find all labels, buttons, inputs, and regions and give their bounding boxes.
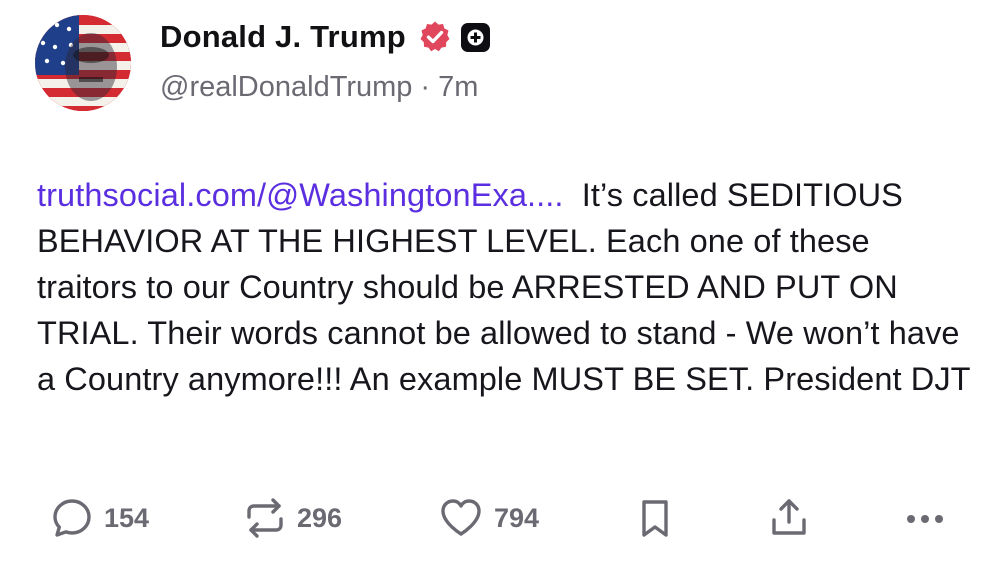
share-button[interactable] [767, 492, 811, 544]
post-timestamp[interactable]: 7m [438, 71, 478, 104]
author-name-row: Donald J. Trump [160, 14, 490, 60]
retruth-arrows-icon [247, 498, 283, 538]
like-button[interactable]: 794 [438, 492, 539, 544]
retruth-count: 296 [297, 502, 343, 533]
avatar[interactable] [35, 15, 131, 111]
like-count: 794 [494, 502, 540, 533]
more-options-button[interactable] [902, 492, 948, 544]
reply-bubble-icon [53, 499, 91, 537]
heart-icon [441, 499, 481, 536]
plus-badge-icon [460, 22, 490, 52]
reply-button[interactable]: 154 [50, 492, 149, 544]
author-display-name[interactable]: Donald J. Trump [160, 19, 406, 55]
retruth-button[interactable]: 296 [243, 492, 342, 544]
bookmark-button[interactable] [633, 492, 677, 544]
post-link[interactable]: truthsocial.com/@WashingtonExa.... [37, 177, 564, 213]
avatar-image [35, 15, 131, 111]
share-upload-icon [772, 499, 806, 535]
bookmark-icon [642, 500, 668, 537]
more-dots-icon [907, 515, 943, 523]
separator-dot: · [420, 71, 431, 103]
author-handle-row: @realDonaldTrump · 7m [160, 71, 478, 104]
reply-count: 154 [104, 502, 150, 533]
post-body: truthsocial.com/@WashingtonExa.... It’s … [37, 172, 977, 402]
verified-badge-icon [420, 21, 450, 52]
post-card: Donald J. Trump @realDonaldTrump · 7m tr… [0, 0, 1000, 579]
action-bar: 154 296 794 [0, 492, 1000, 544]
author-handle[interactable]: @realDonaldTrump [160, 71, 412, 104]
